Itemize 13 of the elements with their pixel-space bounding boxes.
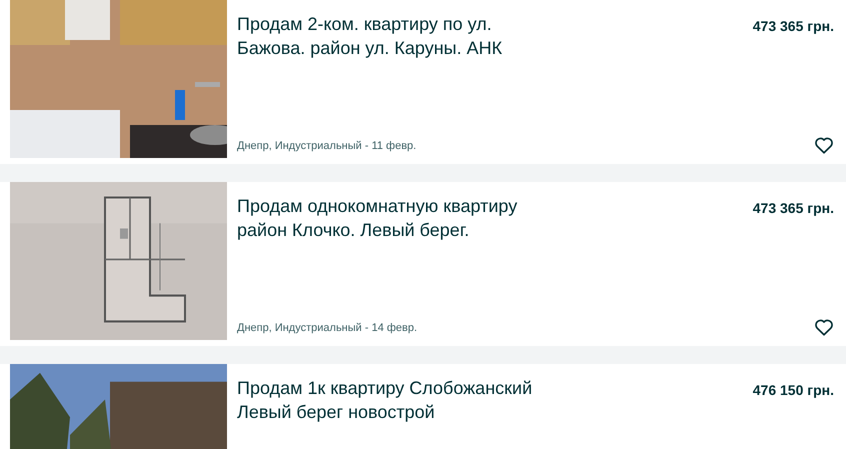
listing-card[interactable]: Продам однокомнатную квартиру район Клочко. Левый берег. 473 365 грн. Днепр, Индустриальный - 14 февр. — [0, 182, 846, 346]
listing-title[interactable]: Продам однокомнатную квартиру район Клочко. Левый берег. — [237, 194, 537, 242]
listing-title[interactable]: Продам 1к квартиру Слобожанский Левый берег новострой — [237, 376, 537, 424]
heart-icon[interactable] — [814, 318, 834, 336]
listing-card[interactable]: Продам 1к квартиру Слобожанский Левый берег новострой 476 150 грн. — [0, 364, 846, 449]
price: 473 365 грн. — [752, 199, 834, 218]
heart-icon[interactable] — [814, 136, 834, 154]
price: 473 365 грн. — [752, 17, 834, 36]
price: 476 150 грн. — [752, 381, 834, 400]
listing-title[interactable]: Продам 2-ком. квартиру по ул. Бажова. район ул. Каруны. АНК — [237, 12, 537, 60]
location-date: Днепр, Индустриальный - 11 февр. — [237, 138, 416, 154]
listing-card[interactable]: Продам 2-ком. квартиру по ул. Бажова. район ул. Каруны. АНК 473 365 грн. Днепр, Индустриальный - 11 февр. — [0, 0, 846, 164]
location-date: Днепр, Индустриальный - 14 февр. — [237, 320, 418, 336]
